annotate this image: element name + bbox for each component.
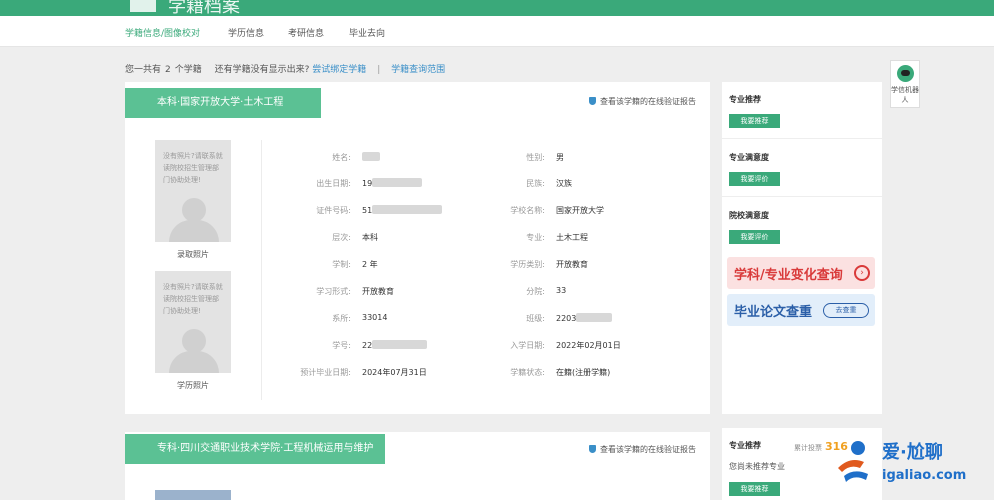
arrow-right-icon: ›	[854, 265, 870, 281]
tab-degree-info[interactable]: 学历信息	[228, 26, 264, 39]
watermark: 爱·尬聊 igaliao.com	[826, 432, 994, 500]
admission-photo-label: 录取照片	[177, 250, 209, 259]
field-label-ethnicity: 民族:	[526, 179, 545, 188]
field-value-branch: 33	[556, 286, 567, 295]
field-value-expected-graduation: 2024年07月31日	[362, 368, 427, 377]
sidebar-panel: 专业推荐 我要推荐 专业满意度 我要评价 院校满意度 我要评价 学科/专业变化查…	[722, 82, 882, 414]
degree-photo: 没有照片?请联系就读院校招生管理部门协助处理!	[155, 271, 231, 373]
field-label-class: 班级:	[526, 314, 545, 323]
field-value-school-name: 国家开放大学	[556, 206, 604, 215]
shield-icon	[589, 445, 596, 453]
field-label-birthdate: 出生日期:	[316, 179, 351, 188]
mascot-icon	[838, 441, 868, 482]
field-value-level: 本科	[362, 233, 378, 242]
field-label-duration: 学制:	[332, 260, 351, 269]
avatar-body-icon	[169, 220, 219, 242]
shield-icon	[589, 97, 596, 105]
watermark-url: igaliao.com	[882, 468, 967, 483]
major-change-query-banner[interactable]: 学科/专业变化查询 ›	[727, 257, 875, 289]
field-label-expected-graduation: 预计毕业日期:	[300, 368, 351, 377]
rate-school-button[interactable]: 我要评价	[729, 230, 780, 244]
field-label-gender: 性别:	[526, 153, 545, 162]
recommend-major-button[interactable]: 我要推荐	[729, 482, 780, 496]
field-value-birthdate: 19	[362, 178, 423, 188]
field-label-id-number: 证件号码:	[316, 206, 351, 215]
watermark-title: 爱·尬聊	[882, 442, 943, 463]
thesis-check-banner[interactable]: 毕业论文查重 去查重	[727, 294, 875, 326]
student-record-card: 专科·四川交通职业技术学院·工程机械运用与维护 查看该学籍的在线验证报告	[125, 432, 710, 500]
summary-divider: |	[377, 65, 381, 75]
record-summary: 您一共有 2 个学籍 还有学籍没有显示出来? 尝试绑定学籍 | 学籍查询范围	[125, 62, 445, 75]
major-satisfaction-heading: 专业满意度	[729, 153, 769, 162]
divider	[722, 138, 882, 139]
summary-prefix: 您一共有	[125, 65, 162, 75]
field-label-branch: 分院:	[526, 287, 545, 296]
major-recommend-heading: 专业推荐	[729, 95, 761, 104]
field-label-enrollment-date: 入学日期:	[510, 341, 545, 350]
recommend-major-button[interactable]: 我要推荐	[729, 114, 780, 128]
field-label-name: 姓名:	[332, 153, 351, 162]
admission-photo: 没有照片?请联系就读院校招生管理部门协助处理!	[155, 140, 231, 242]
verify-report-label: 查看该学籍的在线验证报告	[600, 445, 696, 454]
degree-photo-label: 学历照片	[177, 381, 209, 390]
major-recommend-heading: 专业推荐	[729, 441, 761, 450]
banner-title: 毕业论文查重	[734, 305, 813, 320]
field-label-major: 专业:	[526, 233, 545, 242]
verify-report-label: 查看该学籍的在线验证报告	[600, 97, 696, 106]
field-value-class: 2203	[556, 313, 613, 323]
avatar-placeholder-icon	[182, 329, 206, 353]
field-value-study-mode: 开放教育	[362, 287, 394, 296]
field-value-duration: 2 年	[362, 260, 378, 269]
avatar-body-icon	[169, 351, 219, 373]
top-header: 学籍档案	[0, 0, 994, 17]
field-label-department: 系所:	[332, 314, 351, 323]
field-value-student-id: 22	[362, 340, 428, 350]
verify-report-link[interactable]: 查看该学籍的在线验证报告	[589, 96, 696, 107]
field-label-student-id: 学号:	[332, 341, 351, 350]
field-label-education-type: 学历类别:	[510, 260, 545, 269]
check-pill: 去查重	[823, 303, 869, 318]
photo-missing-note: 没有照片?请联系就读院校招生管理部门协助处理!	[163, 152, 223, 184]
rate-major-button[interactable]: 我要评价	[729, 172, 780, 186]
site-logo	[130, 0, 156, 12]
field-label-record-status: 学籍状态:	[510, 368, 545, 377]
student-photo	[155, 490, 231, 500]
robot-icon	[897, 65, 914, 82]
summary-question: 还有学籍没有显示出来?	[214, 65, 310, 75]
photo-missing-note: 没有照片?请联系就读院校招生管理部门协助处理!	[163, 283, 223, 315]
chatbot-widget[interactable]: 学信机器人	[890, 60, 920, 108]
field-label-study-mode: 学习形式:	[316, 287, 351, 296]
field-value-gender: 男	[556, 153, 564, 162]
field-label-school-name: 学校名称:	[510, 206, 545, 215]
verify-report-link[interactable]: 查看该学籍的在线验证报告	[589, 444, 696, 455]
query-range-link[interactable]: 学籍查询范围	[391, 65, 445, 75]
divider	[722, 196, 882, 197]
tab-student-info[interactable]: 学籍信息/图像校对	[125, 26, 200, 39]
no-recommend-text: 您尚未推荐专业	[729, 462, 785, 471]
record-count: 2	[165, 65, 171, 75]
record-title: 本科·国家开放大学·土木工程	[125, 88, 321, 118]
bind-record-link[interactable]: 尝试绑定学籍	[312, 65, 366, 75]
student-record-card: 本科·国家开放大学·土木工程 查看该学籍的在线验证报告 没有照片?请联系就读院校…	[125, 82, 710, 414]
field-label-level: 层次:	[332, 233, 351, 242]
sub-navigation: 学籍信息/图像校对 学历信息 考研信息 毕业去向	[0, 16, 994, 47]
field-value-enrollment-date: 2022年02月01日	[556, 341, 621, 350]
banner-title: 学科/专业变化查询	[734, 268, 843, 283]
field-value-record-status: 在籍(注册学籍)	[556, 368, 611, 377]
summary-suffix: 个学籍	[174, 65, 202, 75]
field-value-ethnicity: 汉族	[556, 179, 572, 188]
tab-graduation-destination[interactable]: 毕业去向	[349, 26, 385, 39]
avatar-placeholder-icon	[182, 198, 206, 222]
field-value-id-number: 51	[362, 205, 443, 215]
field-value-major: 土木工程	[556, 233, 588, 242]
chatbot-label: 学信机器人	[891, 86, 919, 104]
record-title: 专科·四川交通职业技术学院·工程机械运用与维护	[125, 434, 385, 464]
field-value-name	[362, 152, 380, 162]
school-satisfaction-heading: 院校满意度	[729, 211, 769, 220]
field-value-education-type: 开放教育	[556, 260, 588, 269]
tab-postgrad-info[interactable]: 考研信息	[288, 26, 324, 39]
field-value-department: 33014	[362, 313, 388, 322]
